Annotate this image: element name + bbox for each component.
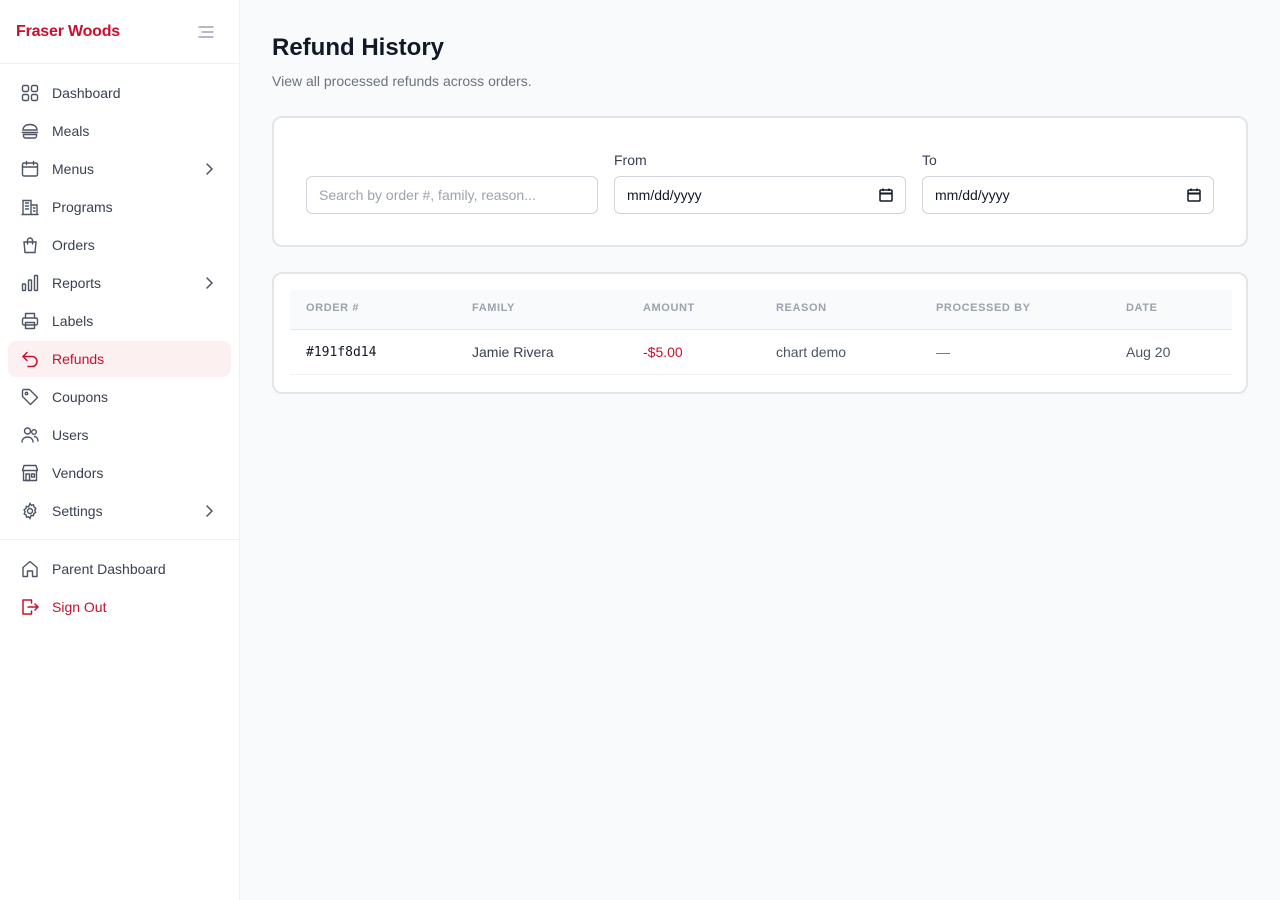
sidebar-header: Fraser Woods [0,0,239,64]
sidebar-item-users[interactable]: Users [8,417,231,453]
sidebar-item-settings[interactable]: Settings [8,493,231,529]
cell-family: Jamie Rivera [472,344,554,360]
from-date-field: From mm/dd/yyyy [614,152,906,214]
sidebar-item-label: Users [52,427,89,443]
sidebar-item-label: Menus [52,161,95,177]
gear-icon [20,501,40,521]
chevron-right-icon [206,277,214,289]
cell-amount: -$5.00 [643,344,683,360]
sidebar: Fraser Woods Dashboard Meals Menus Progr… [0,0,240,900]
brand-logo-text[interactable]: Fraser Woods [16,23,120,41]
search-field: Search by order #, family, reason... [306,176,598,214]
store-icon [20,463,40,483]
column-header-family[interactable]: FAMILY [472,302,515,314]
menu-lines-icon [198,25,214,38]
printer-icon [20,311,40,331]
sign-out-label: Sign Out [52,599,107,615]
sidebar-item-label: Parent Dashboard [52,561,166,577]
sidebar-item-orders[interactable]: Orders [8,227,231,263]
main-content: Refund History View all processed refund… [240,0,1280,900]
sidebar-item-label: Vendors [52,465,104,481]
users-icon [20,425,40,445]
column-header-reason[interactable]: REASON [776,302,827,314]
sidebar-nav: Dashboard Meals Menus Programs Orders Re… [0,64,239,529]
sign-out-icon [20,597,40,617]
from-date-value: mm/dd/yyyy [627,187,702,203]
cell-processed-by: — [936,344,950,360]
search-input[interactable]: Search by order #, family, reason... [306,176,598,214]
cell-reason: chart demo [776,344,847,360]
sidebar-item-label: Refunds [52,351,105,367]
to-date-value: mm/dd/yyyy [935,187,1010,203]
sidebar-item-label: Orders [52,237,95,253]
sidebar-item-label: Reports [52,275,102,291]
table-row[interactable]: #191f8d14 Jamie Rivera -$5.00 chart demo… [290,330,1232,375]
tag-icon [20,387,40,407]
bar-chart-icon [20,273,40,293]
grid-icon [20,83,40,103]
sidebar-item-meals[interactable]: Meals [8,113,231,149]
column-header-date[interactable]: DATE [1126,302,1158,314]
calendar-picker-icon[interactable] [1187,188,1201,202]
sidebar-item-programs[interactable]: Programs [8,189,231,225]
refunds-table: ORDER # FAMILY AMOUNT REASON PROCESSED B… [290,290,1232,375]
sidebar-item-coupons[interactable]: Coupons [8,379,231,415]
from-date-label: From [614,152,647,168]
sidebar-item-label: Coupons [52,389,109,405]
sidebar-item-label: Settings [52,503,103,519]
sidebar-item-label: Dashboard [52,85,121,101]
collapse-sidebar-button[interactable] [197,23,215,41]
table-header: ORDER # FAMILY AMOUNT REASON PROCESSED B… [290,290,1232,330]
undo-arrow-icon [20,349,40,369]
sidebar-item-labels[interactable]: Labels [8,303,231,339]
sidebar-item-menus[interactable]: Menus [8,151,231,187]
sidebar-item-parent-dashboard[interactable]: Parent Dashboard [8,551,231,587]
building-icon [20,197,40,217]
column-header-order[interactable]: ORDER # [306,302,359,314]
cell-order-number[interactable]: #191f8d14 [306,345,376,360]
filters-card: Search by order #, family, reason... Fro… [272,116,1248,247]
to-date-input[interactable]: mm/dd/yyyy [922,176,1214,214]
chevron-right-icon [206,505,214,517]
from-date-input[interactable]: mm/dd/yyyy [614,176,906,214]
column-header-amount[interactable]: AMOUNT [643,302,695,314]
page-title: Refund History [272,34,445,61]
sidebar-item-vendors[interactable]: Vendors [8,455,231,491]
sidebar-item-refunds[interactable]: Refunds [8,341,231,377]
sign-out-button[interactable]: Sign Out [8,589,231,625]
sidebar-item-label: Labels [52,313,94,329]
sidebar-item-label: Programs [52,199,113,215]
page-subtitle: View all processed refunds across orders… [272,73,532,89]
calendar-icon [20,159,40,179]
sidebar-item-dashboard[interactable]: Dashboard [8,75,231,111]
calendar-picker-icon[interactable] [879,188,893,202]
column-header-processed-by[interactable]: PROCESSED BY [936,302,1031,314]
sidebar-item-reports[interactable]: Reports [8,265,231,301]
to-date-label: To [922,152,937,168]
cell-date: Aug 20 [1126,344,1171,360]
to-date-field: To mm/dd/yyyy [922,152,1214,214]
sidebar-bottom-nav: Parent Dashboard Sign Out [0,540,239,625]
home-icon [20,559,40,579]
burger-icon [20,121,40,141]
refunds-table-card: ORDER # FAMILY AMOUNT REASON PROCESSED B… [272,272,1248,394]
chevron-right-icon [206,163,214,175]
shopping-bag-icon [20,235,40,255]
sidebar-item-label: Meals [52,123,90,139]
